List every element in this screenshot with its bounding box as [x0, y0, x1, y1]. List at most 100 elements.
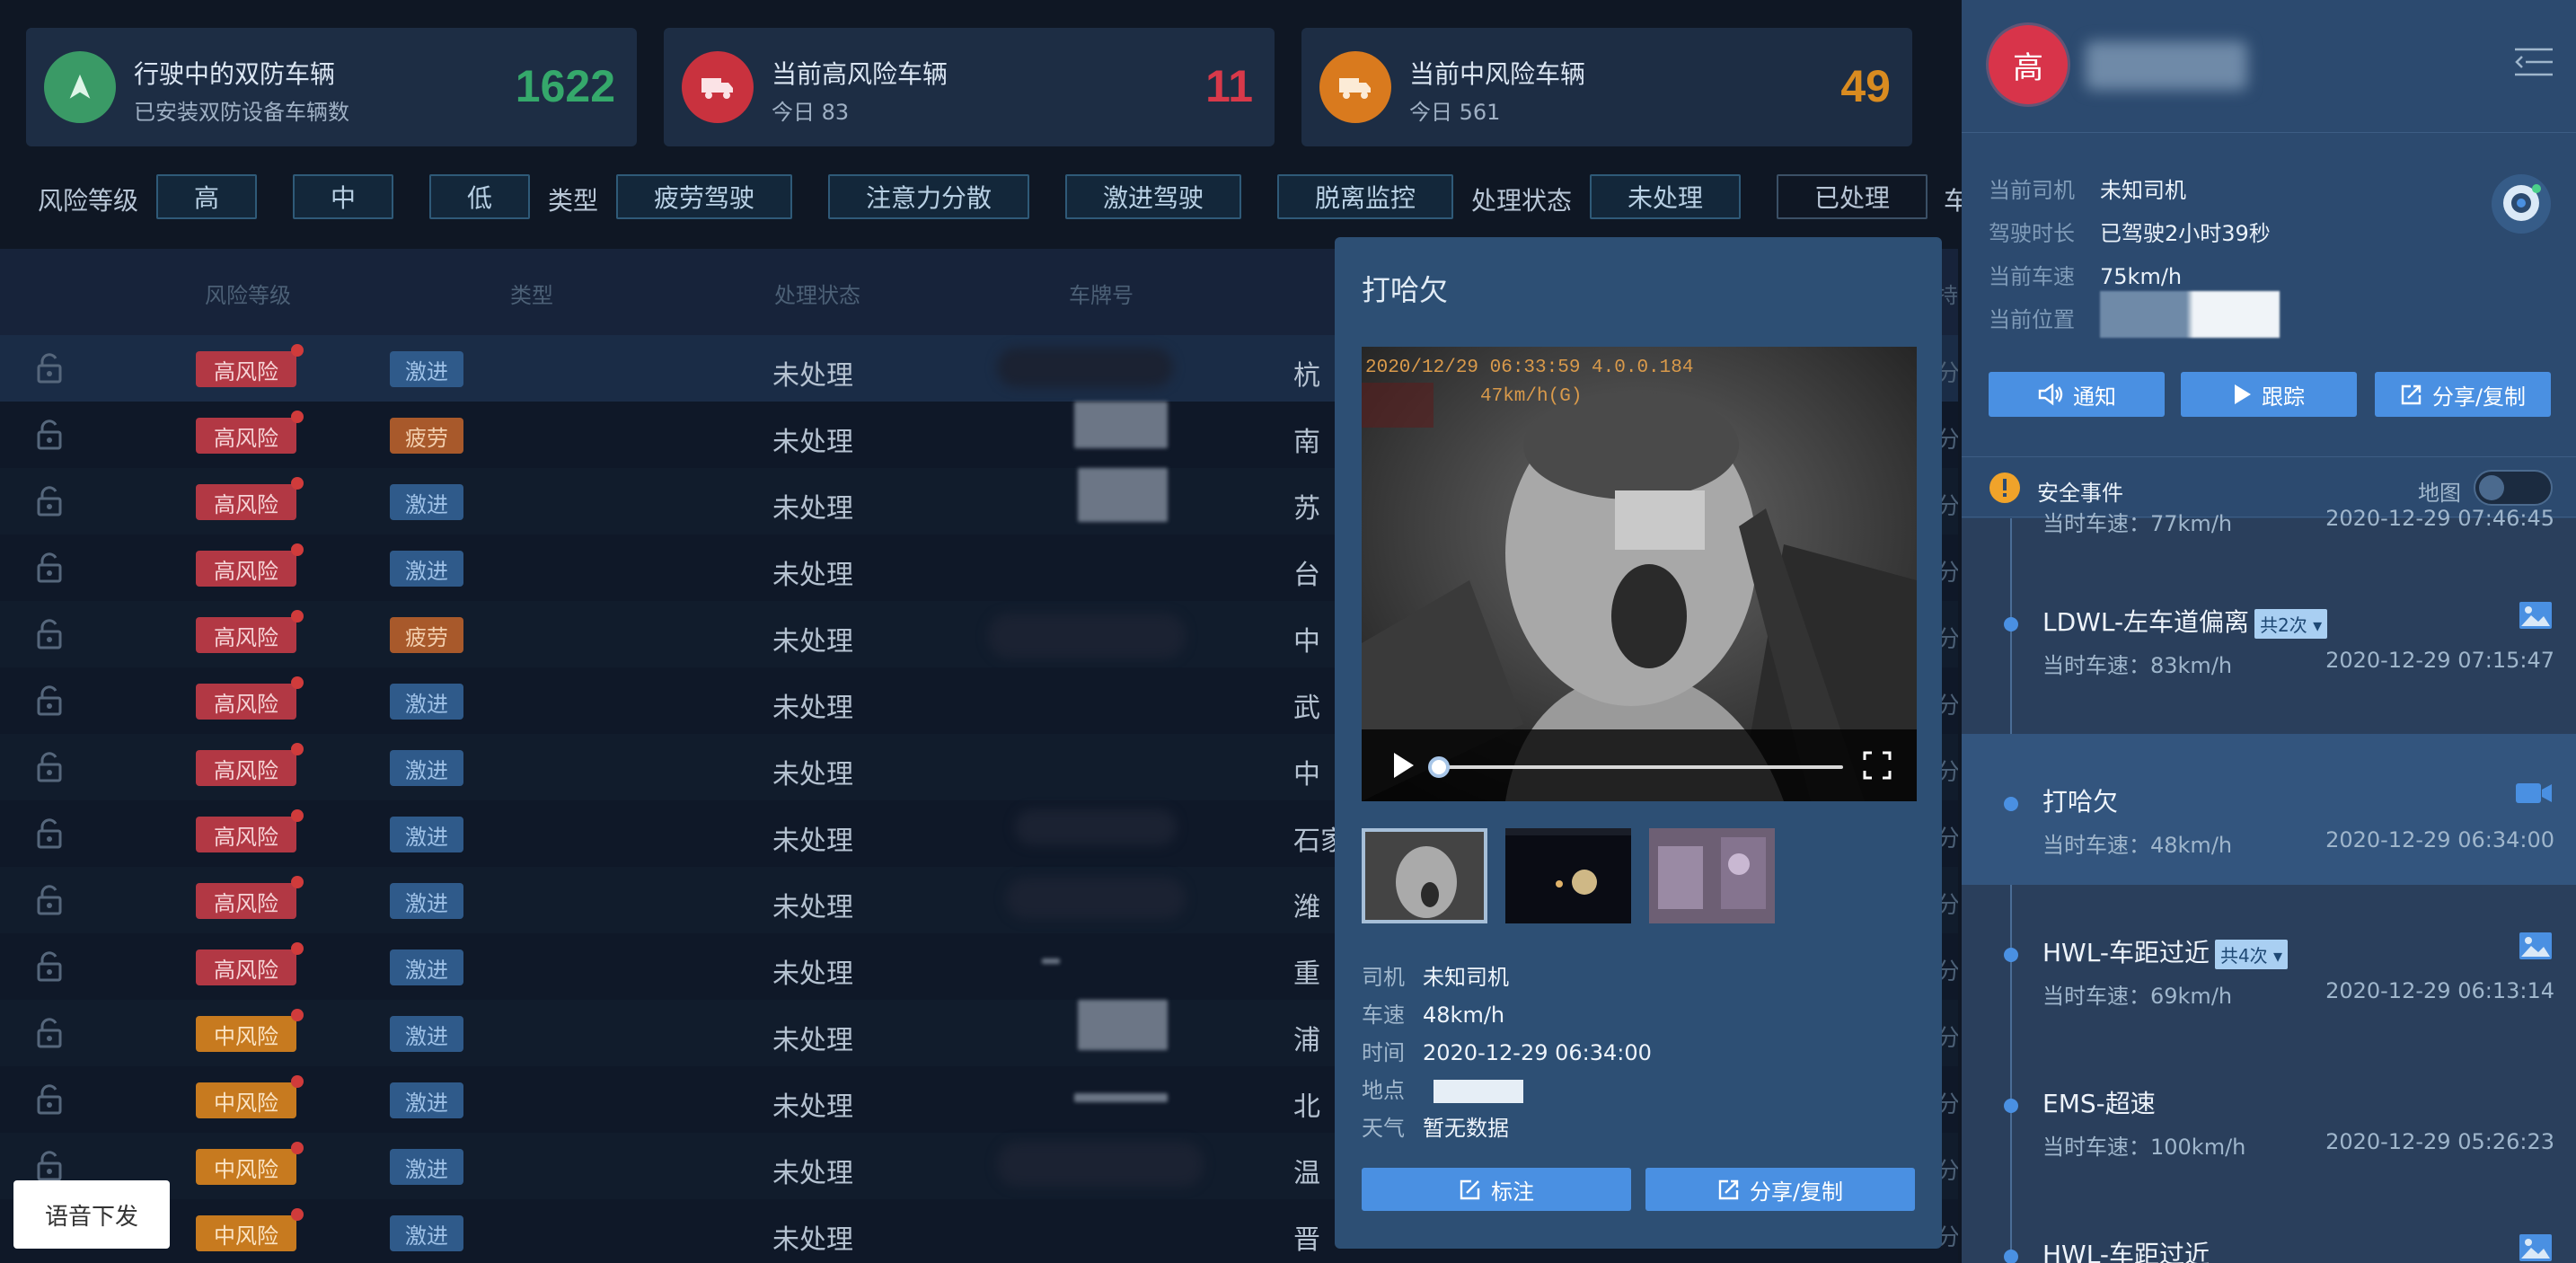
camera-icon[interactable]	[2490, 172, 2553, 239]
stat-card-active-vehicles[interactable]: 行驶中的双防车辆 已安装双防设备车辆数 1622	[26, 28, 637, 146]
unlock-icon[interactable]	[36, 486, 63, 520]
event-count-dropdown[interactable]: 共4次 ▾	[2214, 939, 2289, 969]
filter-type-aggressive[interactable]: 激进驾驶	[1065, 174, 1241, 219]
unlock-icon[interactable]	[36, 885, 63, 919]
collapse-menu-icon[interactable]	[2513, 47, 2554, 81]
stat-card-high-risk[interactable]: 当前高风险车辆 今日 83 11	[664, 28, 1275, 146]
filter-risk-low[interactable]: 低	[429, 174, 530, 219]
image-icon[interactable]	[2519, 932, 2553, 964]
status-text: 未处理	[772, 693, 853, 724]
stat-title: 当前中风险车辆	[1409, 59, 1586, 89]
thumbnail-cabin[interactable]	[1649, 828, 1775, 923]
unlock-icon[interactable]	[36, 353, 63, 387]
truck-icon	[682, 51, 754, 123]
voice-send-button[interactable]: 语音下发	[13, 1180, 170, 1249]
col-status: 处理状态	[774, 283, 860, 308]
info-speed: 车速 48km/h	[1362, 1002, 1505, 1028]
plate-redacted	[1074, 402, 1168, 448]
type-badge: 激进	[390, 817, 463, 852]
video-player[interactable]: 2020/12/29 06:33:59 4.0.0.184 47km/h(G)	[1362, 347, 1917, 801]
event-time: 2020-12-29 06:34:00	[2325, 827, 2554, 852]
track-button[interactable]: 跟踪	[2181, 372, 2357, 417]
safety-event-item[interactable]: 打哈欠 当时车速：48km/h 2020-12-29 06:34:00	[1962, 734, 2576, 885]
stat-cards: 行驶中的双防车辆 已安装双防设备车辆数 1622 当前高风险车辆 今日 83 1…	[26, 28, 1966, 146]
timeline-dot	[2004, 1250, 2018, 1263]
city-text: 台	[1293, 560, 1320, 591]
plate-redacted	[988, 614, 1186, 658]
unlock-icon[interactable]	[36, 1018, 63, 1052]
risk-badge: 高风险	[196, 942, 304, 985]
timeline-dot	[2004, 797, 2018, 811]
video-progress-track[interactable]	[1437, 765, 1843, 769]
risk-badge: 高风险	[196, 344, 304, 387]
city-text: 武	[1293, 693, 1320, 724]
safety-event-item[interactable]: HWL-车距过近共4次 ▾ ▾ 当时车速：69km/h 2020-12-29 0…	[1962, 885, 2576, 1036]
safety-event-item[interactable]: EMS-超速 当时车速：100km/h 2020-12-29 05:26:23	[1962, 1036, 2576, 1187]
type-badge: 激进	[390, 1082, 463, 1118]
timeline-dot	[2004, 1099, 2018, 1113]
video-icon[interactable]	[2515, 781, 2553, 809]
filter-risk-medium[interactable]: 中	[293, 174, 393, 219]
risk-level-avatar: 高	[1989, 25, 2068, 104]
type-badge: 疲劳	[390, 617, 463, 653]
image-icon[interactable]	[2519, 601, 2553, 633]
event-time: 2020-12-29 07:15:47	[2325, 648, 2554, 673]
image-icon[interactable]	[2519, 1233, 2553, 1263]
event-time: 2020-12-29 06:13:14	[2325, 978, 2554, 1003]
thumbnail-driver[interactable]	[1362, 828, 1487, 923]
unlock-icon[interactable]	[36, 619, 63, 653]
notify-button[interactable]: 通知	[1989, 372, 2165, 417]
status-text: 未处理	[772, 626, 853, 658]
event-time-cut: 2020-12-29 07:46:45	[2325, 506, 2554, 531]
stat-title: 当前高风险车辆	[772, 59, 948, 89]
thumbnail-road[interactable]	[1505, 828, 1631, 923]
filter-risk-high[interactable]: 高	[156, 174, 257, 219]
safety-event-item[interactable]: HWL-车距过近	[1962, 1187, 2576, 1263]
stat-title: 行驶中的双防车辆	[134, 59, 336, 89]
map-toggle[interactable]	[2474, 470, 2553, 506]
city-text: 杭	[1293, 360, 1320, 392]
location-redacted	[1434, 1080, 1523, 1103]
unlock-icon[interactable]	[36, 552, 63, 587]
unlock-icon[interactable]	[36, 685, 63, 720]
status-text: 未处理	[772, 958, 853, 990]
status-text: 未处理	[772, 826, 853, 857]
risk-badge: 中风险	[196, 1142, 304, 1185]
info-weather: 天气 暂无数据	[1362, 1116, 1509, 1141]
notify-label: 通知	[2073, 384, 2116, 410]
unlock-icon[interactable]	[36, 818, 63, 852]
event-name: LDWL-左车道偏离	[2042, 607, 2250, 637]
share-button[interactable]: 分享/复制	[2375, 372, 2551, 417]
share-label: 分享/复制	[2431, 384, 2527, 410]
video-progress-knob[interactable]	[1428, 756, 1450, 778]
event-name: HWL-车距过近	[2042, 1240, 2210, 1263]
city-text: 温	[1293, 1158, 1320, 1189]
status-text: 未处理	[772, 560, 853, 591]
city-text: 中	[1293, 759, 1320, 790]
unlock-icon[interactable]	[36, 1084, 63, 1118]
filter-type-fatigue[interactable]: 疲劳驾驶	[616, 174, 792, 219]
safety-events-label: 安全事件	[2037, 481, 2123, 506]
event-speed: 当时车速：48km/h	[2042, 833, 2233, 858]
play-icon[interactable]	[1390, 751, 1416, 783]
stat-card-medium-risk[interactable]: 当前中风险车辆 今日 561 49	[1301, 28, 1912, 146]
fullscreen-icon[interactable]	[1863, 751, 1892, 783]
filter-bar: 风险等级 高 中 低 类型 疲劳驾驶 注意力分散 激进驾驶 脱离监控 处理状态 …	[0, 171, 1969, 225]
status-text: 未处理	[772, 1224, 853, 1256]
info-driver: 司机 未知司机	[1362, 965, 1509, 990]
filter-type-distraction[interactable]: 注意力分散	[828, 174, 1029, 219]
map-label: 地图	[2418, 481, 2461, 506]
safety-event-item[interactable]: LDWL-左车道偏离共2次 ▾ ▾ 当时车速：83km/h 2020-12-29…	[1962, 554, 2576, 705]
filter-type-unmonitored[interactable]: 脱离监控	[1277, 174, 1453, 219]
unlock-icon[interactable]	[36, 752, 63, 786]
event-time: 2020-12-29 05:26:23	[2325, 1129, 2554, 1154]
col-risk-level: 风险等级	[205, 283, 291, 308]
popup-share-button[interactable]: 分享/复制	[1645, 1168, 1915, 1211]
unlock-icon[interactable]	[36, 420, 63, 454]
event-count-dropdown[interactable]: 共2次 ▾	[2254, 608, 2328, 639]
filter-status-processed[interactable]: 已处理	[1777, 174, 1928, 219]
mark-button[interactable]: 标注	[1362, 1168, 1631, 1211]
filter-status-unprocessed[interactable]: 未处理	[1590, 174, 1741, 219]
navigation-icon	[44, 51, 116, 123]
unlock-icon[interactable]	[36, 951, 63, 985]
